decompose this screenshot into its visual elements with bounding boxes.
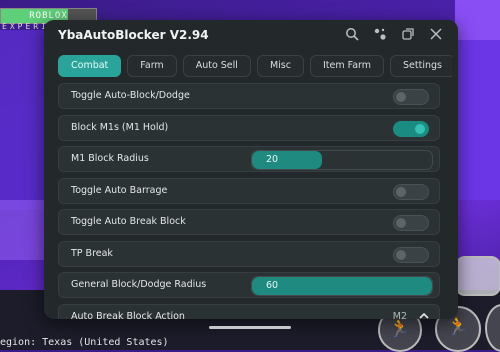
- tab-combat[interactable]: Combat: [58, 55, 122, 77]
- tab-farm[interactable]: Farm: [127, 55, 177, 77]
- restore-icon[interactable]: [400, 27, 416, 43]
- row-auto-break-block-action[interactable]: Auto Break Block Action M2: [58, 303, 440, 320]
- row-auto-break-block[interactable]: Toggle Auto Break Block: [58, 209, 440, 235]
- row-label: Block M1s (M1 Hold): [71, 121, 169, 133]
- autoblocker-window: YbaAutoBlocker V2.94 Combat Farm Auto Se…: [44, 20, 458, 319]
- row-label: TP Break: [71, 247, 113, 259]
- row-label: General Block/Dodge Radius: [71, 279, 207, 290]
- slider-value: 60: [266, 280, 279, 291]
- options-list: Toggle Auto-Block/Dodge Block M1s (M1 Ho…: [58, 83, 440, 319]
- hud-label: EXPERI: [2, 22, 49, 31]
- search-icon[interactable]: [344, 27, 360, 43]
- settings-icon[interactable]: [372, 27, 388, 43]
- row-label: Toggle Auto-Block/Dodge: [71, 90, 190, 101]
- close-icon[interactable]: [428, 27, 444, 43]
- row-label: M1 Block Radius: [71, 153, 149, 164]
- auto-barrage-toggle[interactable]: [393, 183, 429, 200]
- tab-auto-sell[interactable]: Auto Sell: [182, 55, 251, 77]
- tab-bar: Combat Farm Auto Sell Misc Item Farm Set…: [58, 55, 452, 77]
- region-text: egion: Texas (United States): [0, 337, 169, 348]
- row-label: Auto Break Block Action: [71, 310, 185, 320]
- row-label: Toggle Auto Break Block: [71, 216, 186, 227]
- fist-button[interactable]: [455, 256, 500, 296]
- dropdown-value: M2: [392, 310, 407, 320]
- tab-settings[interactable]: Settings: [390, 55, 452, 77]
- tab-misc[interactable]: Misc: [256, 55, 304, 77]
- general-block-radius-slider[interactable]: 60: [251, 276, 433, 296]
- window-title: YbaAutoBlocker V2.94: [58, 28, 209, 42]
- home-indicator[interactable]: [209, 326, 291, 329]
- row-tp-break[interactable]: TP Break: [58, 240, 440, 267]
- slider-value: 20: [266, 154, 279, 165]
- row-m1-block-radius: M1 Block Radius 20: [58, 146, 440, 172]
- row-auto-barrage[interactable]: Toggle Auto Barrage: [58, 177, 440, 204]
- block-m1s-toggle[interactable]: [393, 120, 429, 137]
- chevron-up-icon[interactable]: [419, 305, 429, 320]
- tab-item-farm[interactable]: Item Farm: [309, 55, 385, 77]
- row-label: Toggle Auto Barrage: [71, 184, 168, 196]
- row-general-block-radius: General Block/Dodge Radius 60: [58, 272, 440, 298]
- row-block-m1s[interactable]: Block M1s (M1 Hold): [58, 114, 440, 141]
- m1-block-radius-slider[interactable]: 20: [251, 150, 433, 170]
- auto-break-block-toggle[interactable]: [393, 215, 429, 231]
- row-toggle-auto-block-dodge[interactable]: Toggle Auto-Block/Dodge: [58, 83, 440, 109]
- title-bar[interactable]: YbaAutoBlocker V2.94: [44, 20, 458, 50]
- tp-break-toggle[interactable]: [393, 246, 429, 263]
- auto-block-dodge-toggle[interactable]: [393, 89, 429, 105]
